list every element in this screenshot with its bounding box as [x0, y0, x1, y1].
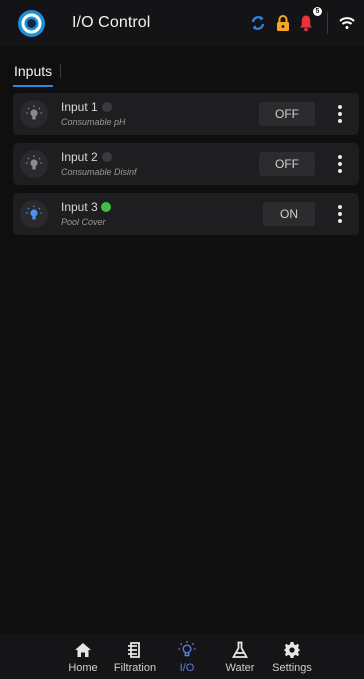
status-dot	[101, 202, 111, 212]
more-options-icon[interactable]	[330, 104, 350, 124]
tab-bar: Inputs	[13, 63, 61, 87]
nav-filtration[interactable]: Filtration	[112, 634, 158, 679]
bulb-icon	[20, 100, 48, 128]
bulb-icon	[20, 150, 48, 178]
nav-settings[interactable]: Settings	[270, 634, 314, 679]
flask-icon	[232, 640, 248, 660]
filtration-icon	[127, 640, 143, 660]
page-title: I/O Control	[72, 14, 151, 31]
input-description: Consumable Disinf	[61, 167, 137, 177]
sync-icon[interactable]	[249, 13, 267, 33]
input-name: Input 1	[61, 100, 98, 114]
nav-home[interactable]: Home	[65, 634, 101, 679]
input-card-2: Input 2 Consumable Disinf OFF	[13, 143, 359, 185]
tab-divider	[60, 64, 61, 78]
more-options-icon[interactable]	[330, 204, 350, 224]
notification-badge: 5	[313, 7, 322, 16]
status-dot	[102, 152, 112, 162]
input-description: Pool Cover	[61, 217, 106, 227]
status-dot	[102, 102, 112, 112]
header-divider	[327, 12, 328, 34]
state-button[interactable]: OFF	[259, 152, 315, 176]
more-options-icon[interactable]	[330, 154, 350, 174]
bulb-icon	[20, 200, 48, 228]
app-screen: I/O Control 5 Inputs Input 1 Consumable …	[0, 0, 364, 679]
nav-label: Water	[225, 662, 255, 674]
input-card-3: Input 3 Pool Cover ON	[13, 193, 359, 235]
input-card-1: Input 1 Consumable pH OFF	[13, 93, 359, 135]
input-description: Consumable pH	[61, 117, 126, 127]
state-button[interactable]: OFF	[259, 102, 315, 126]
nav-label: I/O	[179, 662, 195, 674]
bottom-nav: Home Filtration I/O Water Settings	[0, 634, 364, 679]
lock-icon[interactable]	[275, 13, 291, 33]
bulb-icon	[177, 640, 197, 660]
top-bar: I/O Control 5	[0, 0, 364, 46]
input-name: Input 3	[61, 200, 98, 214]
tab-inputs[interactable]: Inputs	[13, 63, 54, 87]
home-icon	[74, 640, 92, 660]
nav-label: Home	[68, 662, 98, 674]
logo-icon[interactable]	[18, 10, 45, 37]
state-button[interactable]: ON	[263, 202, 315, 226]
wifi-icon[interactable]	[339, 13, 355, 33]
bell-icon[interactable]	[298, 13, 314, 33]
nav-io[interactable]: I/O	[174, 634, 200, 679]
nav-label: Filtration	[113, 662, 157, 674]
input-name: Input 2	[61, 150, 98, 164]
nav-label: Settings	[272, 662, 312, 674]
nav-water[interactable]: Water	[222, 634, 258, 679]
gear-icon	[283, 640, 301, 660]
